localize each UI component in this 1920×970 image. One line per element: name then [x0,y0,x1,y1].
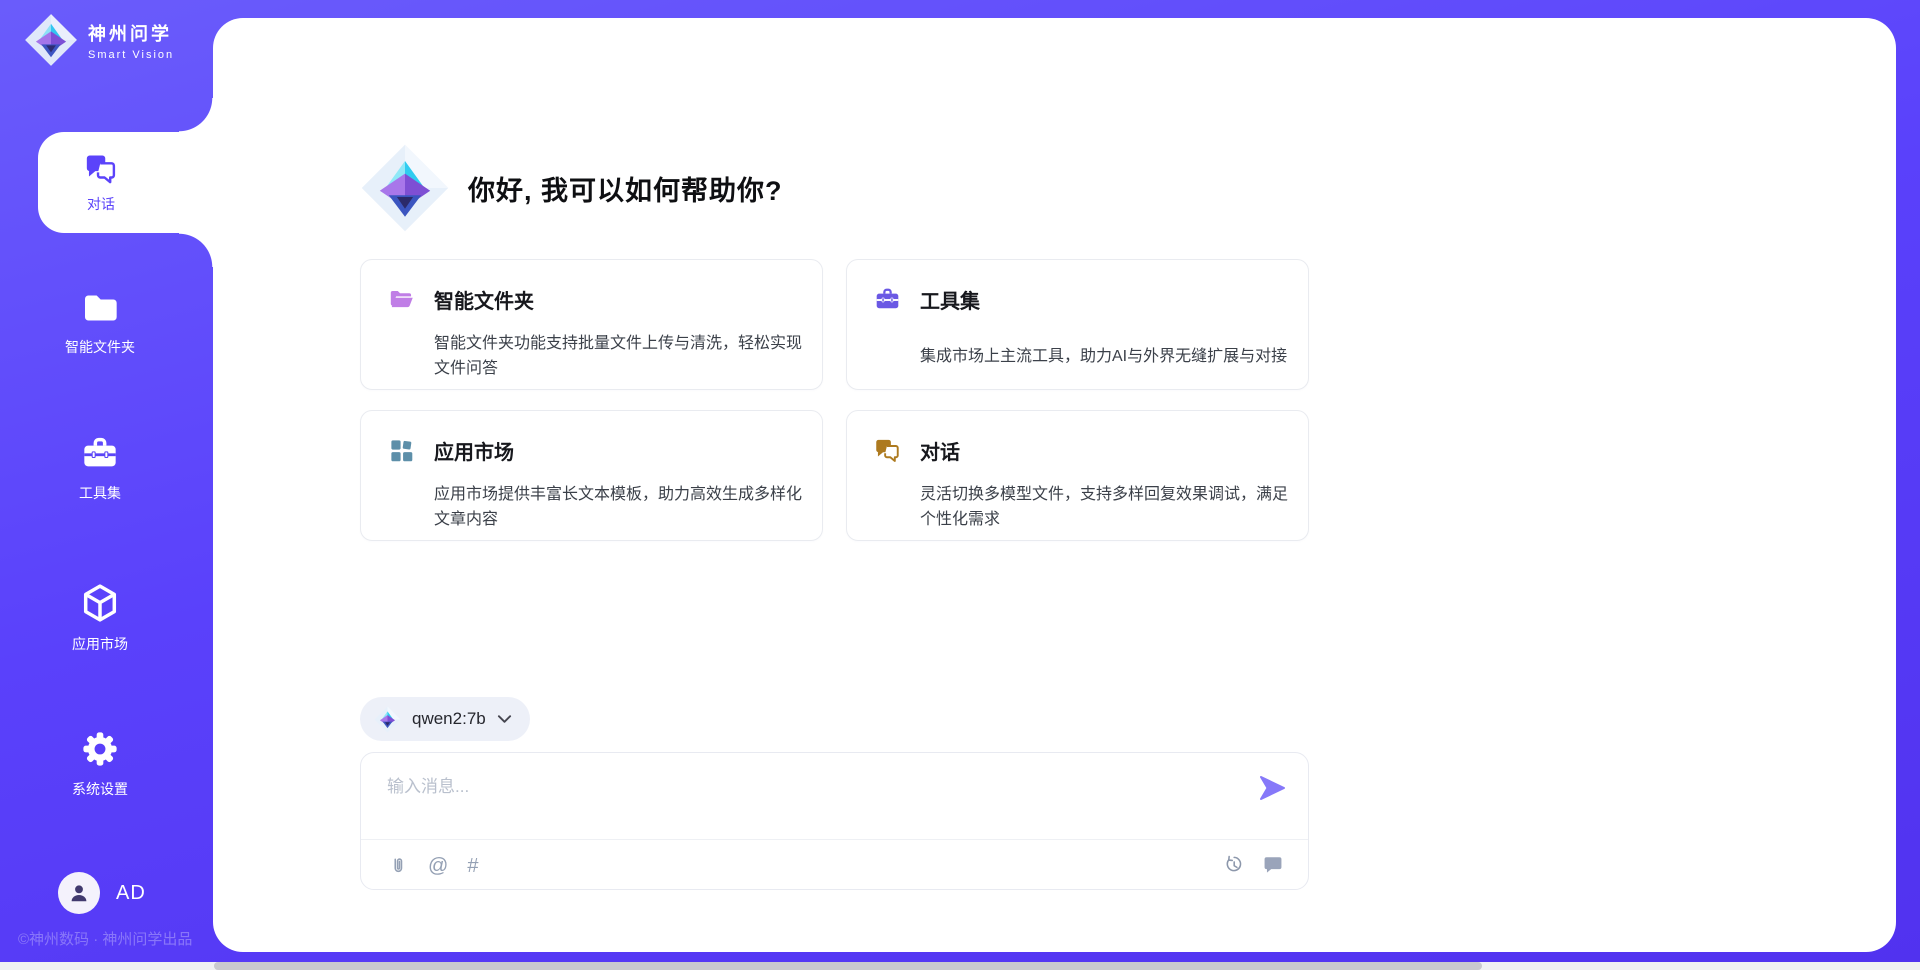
feature-card-chat[interactable]: 对话 灵活切换多模型文件，支持多样回复效果调试，满足个性化需求 [846,410,1309,541]
chat-bubble-icon[interactable] [1262,854,1284,876]
sidebar-item-app-market[interactable]: 应用市场 [37,581,163,654]
card-description: 集成市场上主流工具，助力AI与外界无缝扩展与对接 [920,344,1298,390]
sidebar-item-chat[interactable]: 对话 [38,132,214,233]
card-title: 应用市场 [434,436,812,473]
chevron-down-icon [497,714,512,724]
topic-icon[interactable]: # [467,854,478,878]
horizontal-scrollbar-track [0,962,1920,970]
card-description: 灵活切换多模型文件，支持多样回复效果调试，满足个性化需求 [920,482,1298,540]
send-button[interactable] [1258,775,1286,801]
person-icon [66,880,92,906]
feature-card-app-market[interactable]: 应用市场 应用市场提供丰富长文本模板，助力高效生成多样化文章内容 [360,410,823,541]
briefcase-icon [79,434,121,474]
brand-diamond-icon [24,13,78,67]
cube-icon [78,581,122,625]
feature-card-smart-folder[interactable]: 智能文件夹 智能文件夹功能支持批量文件上传与清洗，轻松实现文件问答 [360,259,823,390]
gear-icon [79,728,121,770]
feature-card-toolset[interactable]: 工具集 集成市场上主流工具，助力AI与外界无缝扩展与对接 [846,259,1309,390]
brand-name: 神州问学 [88,20,174,46]
app-logo: 神州问学 Smart Vision [24,13,174,67]
card-title: 工具集 [920,285,1298,335]
sidebar-item-label: 智能文件夹 [65,337,135,357]
open-folder-icon [388,286,434,322]
model-diamond-icon [374,706,401,733]
model-selector[interactable]: qwen2:7b [360,697,530,741]
sidebar-item-label: 对话 [87,194,115,214]
sidebar-item-smart-folder[interactable]: 智能文件夹 [37,288,163,357]
composer-divider [361,839,1308,840]
user-profile[interactable]: AD [58,872,146,914]
card-description: 应用市场提供丰富长文本模板，助力高效生成多样化文章内容 [434,482,812,540]
feature-cards: 智能文件夹 智能文件夹功能支持批量文件上传与清洗，轻松实现文件问答 工具集 集成… [360,259,1309,541]
sidebar-item-label: 系统设置 [72,779,128,799]
active-tab-bottom-curve [179,233,213,267]
sidebar-item-toolset[interactable]: 工具集 [37,434,163,503]
greeting-title: 你好, 我可以如何帮助你? [468,169,783,208]
attach-file-icon[interactable] [387,854,409,878]
card-title: 智能文件夹 [434,285,812,322]
sidebar-item-settings[interactable]: 系统设置 [37,728,163,799]
folder-icon [79,288,121,328]
copyright-footer: ©神州数码 · 神州问学出品 [18,928,192,949]
sidebar-item-label: 工具集 [79,483,121,503]
history-icon[interactable] [1223,854,1245,876]
active-tab-top-curve [179,98,213,132]
user-name: AD [116,882,146,905]
sidebar-item-label: 应用市场 [72,634,128,654]
card-description: 智能文件夹功能支持批量文件上传与清洗，轻松实现文件问答 [434,331,812,389]
horizontal-scrollbar-thumb[interactable] [214,962,1482,970]
send-icon [1258,775,1286,801]
mention-icon[interactable]: @ [428,854,448,878]
briefcase-icon [874,286,920,335]
chat-bubbles-icon [874,437,920,473]
model-name: qwen2:7b [412,709,486,729]
greeting-section: 你好, 我可以如何帮助你? [360,143,783,233]
brand-tagline: Smart Vision [88,49,174,61]
avatar [58,872,100,914]
message-input[interactable] [387,772,1247,832]
card-title: 对话 [920,436,1298,473]
grid-icon [388,437,434,473]
message-composer: @ # [360,752,1309,890]
assistant-diamond-icon [360,143,450,233]
chat-bubbles-icon [83,152,119,186]
